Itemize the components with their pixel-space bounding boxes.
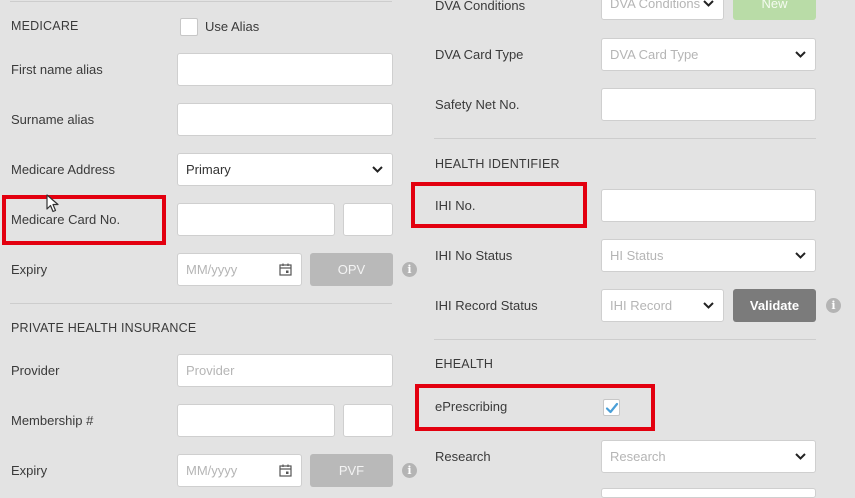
chevron-down-icon: [795, 50, 806, 58]
chevron-down-icon: [703, 301, 714, 309]
dva-conditions-placeholder: DVA Conditions: [610, 0, 701, 11]
membership-label: Membership #: [11, 413, 94, 428]
pvf-info-icon[interactable]: i: [402, 463, 417, 478]
chevron-down-icon: [795, 251, 806, 259]
validate-info-icon[interactable]: i: [826, 298, 841, 313]
research-select[interactable]: Research: [601, 440, 816, 473]
highlight-box-medicare-card: [2, 195, 166, 245]
divider-health-identifier: [434, 138, 816, 139]
calendar-icon[interactable]: [279, 263, 292, 276]
safety-net-label: Safety Net No.: [435, 97, 520, 112]
medicare-expiry-placeholder: MM/yyyy: [186, 262, 238, 277]
section-title-medicare: MEDICARE: [11, 19, 79, 33]
use-alias-checkbox[interactable]: [180, 18, 198, 36]
medicare-address-value: Primary: [186, 162, 231, 177]
first-name-alias-label: First name alias: [11, 62, 103, 77]
ihi-status-label: IHI No Status: [435, 248, 513, 263]
divider-ehealth: [434, 339, 816, 340]
dva-card-type-placeholder: DVA Card Type: [610, 47, 699, 62]
divider-top-left: [10, 1, 392, 2]
provider-label: Provider: [11, 363, 60, 378]
divider-private-health: [10, 303, 392, 304]
private-expiry-placeholder: MM/yyyy: [186, 463, 238, 478]
ihi-record-label: IHI Record Status: [435, 298, 538, 313]
section-title-ehealth: EHEALTH: [435, 357, 494, 371]
calendar-icon[interactable]: [279, 464, 292, 477]
opv-info-icon[interactable]: i: [402, 262, 417, 277]
chevron-down-icon: [795, 452, 806, 460]
medicare-address-label: Medicare Address: [11, 162, 116, 177]
first-name-alias-input[interactable]: [177, 53, 393, 86]
chevron-down-icon: [372, 165, 383, 173]
safety-net-input[interactable]: [601, 88, 816, 121]
medicare-expiry-label: Expiry: [11, 262, 48, 277]
chevron-down-icon: [703, 0, 714, 7]
dva-conditions-select[interactable]: DVA Conditions: [601, 0, 724, 20]
highlight-box-eprescribing: [415, 384, 655, 431]
section-title-health-identifier: HEALTH IDENTIFIER: [435, 157, 560, 171]
ihi-record-select[interactable]: IHI Record: [601, 289, 724, 322]
surname-alias-input[interactable]: [177, 103, 393, 136]
dva-card-type-label: DVA Card Type: [435, 47, 524, 62]
section-title-private-health: PRIVATE HEALTH INSURANCE: [11, 321, 197, 335]
medicare-expiry-input[interactable]: MM/yyyy: [177, 253, 302, 286]
next-field-partial[interactable]: [601, 488, 816, 498]
dva-conditions-label: DVA Conditions: [435, 0, 526, 13]
validate-button[interactable]: Validate: [733, 289, 816, 322]
highlight-box-ihi-no: [411, 182, 587, 228]
provider-input[interactable]: [177, 354, 393, 387]
private-expiry-input[interactable]: MM/yyyy: [177, 454, 302, 487]
private-expiry-label: Expiry: [11, 463, 48, 478]
dva-new-button[interactable]: New: [733, 0, 816, 20]
ihi-record-placeholder: IHI Record: [610, 298, 673, 313]
medicare-address-select[interactable]: Primary: [177, 153, 393, 186]
medicare-card-irn-input[interactable]: [343, 203, 393, 236]
dva-card-type-select[interactable]: DVA Card Type: [601, 38, 816, 71]
use-alias-label: Use Alias: [205, 19, 260, 34]
mouse-cursor-icon: [46, 194, 59, 213]
opv-button[interactable]: OPV: [310, 253, 393, 286]
ihi-status-placeholder: HI Status: [610, 248, 664, 263]
membership-input[interactable]: [177, 404, 335, 437]
ihi-no-input[interactable]: [601, 189, 816, 222]
membership-suffix-input[interactable]: [343, 404, 393, 437]
research-placeholder: Research: [610, 449, 666, 464]
research-label: Research: [435, 449, 491, 464]
surname-alias-label: Surname alias: [11, 112, 95, 127]
pvf-button[interactable]: PVF: [310, 454, 393, 487]
ihi-status-select[interactable]: HI Status: [601, 239, 816, 272]
medicare-card-no-input[interactable]: [177, 203, 335, 236]
